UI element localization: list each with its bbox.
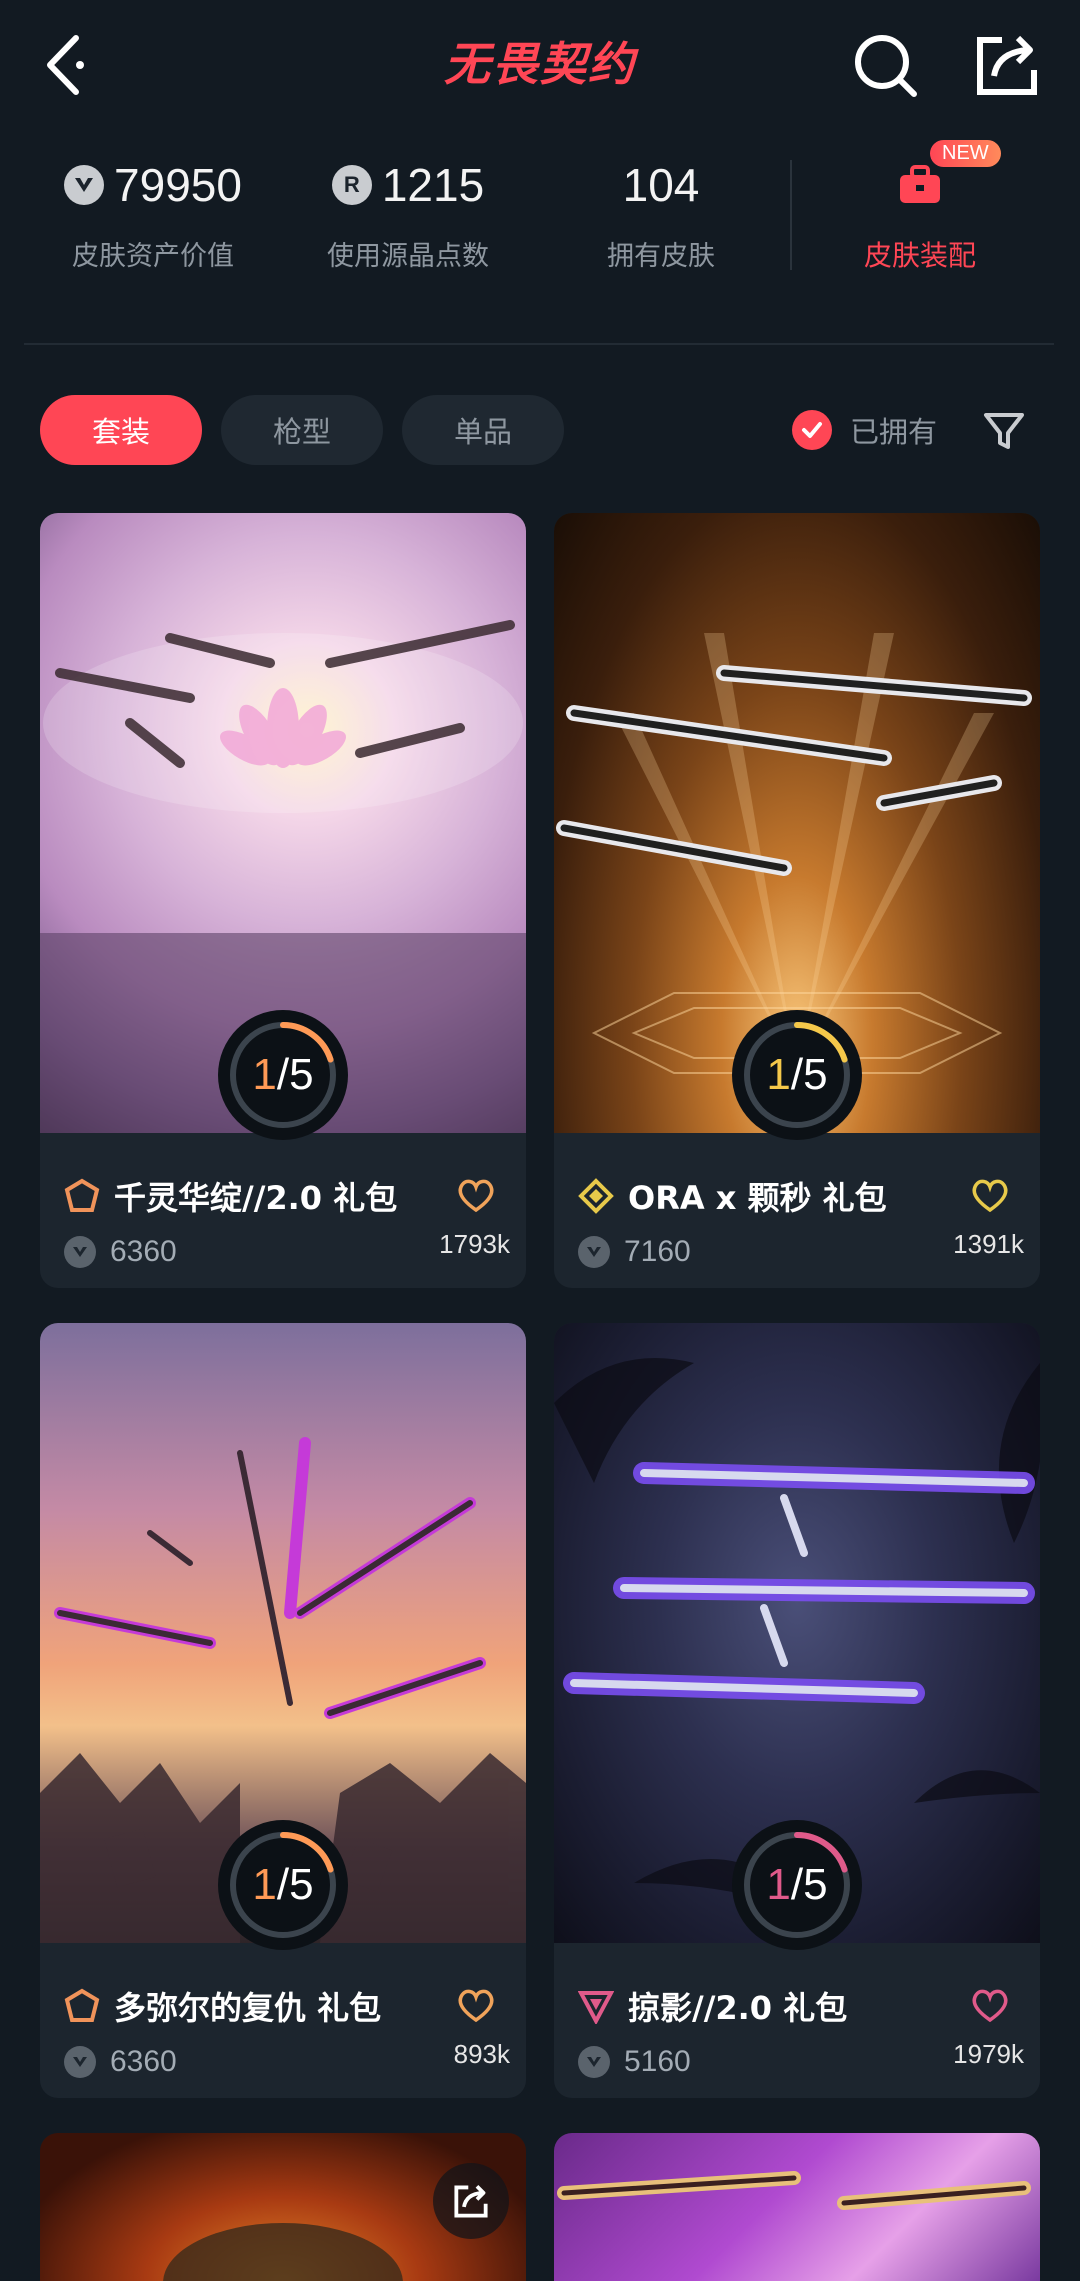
stat-value: 79950 xyxy=(114,159,242,211)
filter-bar: 套装 枪型 单品 已拥有 xyxy=(0,395,1080,465)
heart-icon[interactable] xyxy=(970,1987,1010,2023)
stat-label: 使用源晶点数 xyxy=(327,241,489,272)
filter-icon[interactable] xyxy=(982,409,1026,453)
bundle-title: ORA x 颗秒 礼包 xyxy=(578,1173,887,1219)
owned-toggle[interactable]: 已拥有 xyxy=(792,395,937,465)
bundle-card[interactable]: 1/5 ORA x 颗秒 礼包 7160 1391k xyxy=(554,513,1040,1288)
bundle-title-text: 多弥尔的复仇 礼包 xyxy=(114,1989,382,2027)
bundle-title: 掠影//2.0 礼包 xyxy=(578,1983,847,2029)
bundle-title-text: ORA x 颗秒 礼包 xyxy=(628,1179,887,1217)
likes-count: 1391k xyxy=(953,1229,1024,1259)
progress-text: 1/5 xyxy=(252,1050,314,1099)
stat-label: 皮肤资产价值 xyxy=(72,241,234,272)
bundle-price: 6360 xyxy=(64,1235,177,1269)
bundle-price: 7160 xyxy=(578,1235,691,1269)
collection-progress-ring: 1/5 xyxy=(218,1010,348,1140)
bundle-card[interactable]: 1/5 多弥尔的复仇 礼包 6360 893k xyxy=(40,1323,526,2098)
stat-label: 拥有皮肤 xyxy=(607,241,715,272)
share-icon[interactable] xyxy=(433,2163,509,2239)
bundle-card[interactable]: 1/5 掠影//2.0 礼包 5160 1979k xyxy=(554,1323,1040,2098)
valorant-points-icon xyxy=(64,1236,96,1268)
equip-label: 皮肤装配 xyxy=(863,239,976,272)
check-icon xyxy=(792,410,832,450)
tier-icon xyxy=(578,1178,614,1214)
stat-value: 104 xyxy=(622,159,700,211)
bundle-title-text: 掠影//2.0 礼包 xyxy=(628,1989,848,2027)
progress-current: 1 xyxy=(766,1050,791,1099)
progress-current: 1 xyxy=(252,1860,277,1909)
heart-icon[interactable] xyxy=(456,1987,496,2023)
valorant-points-icon xyxy=(578,2046,610,2078)
progress-total: 5 xyxy=(289,1050,314,1099)
bundle-card[interactable] xyxy=(554,2133,1040,2281)
share-icon[interactable] xyxy=(972,30,1042,100)
bundle-card[interactable]: 1/5 千灵华绽//2.0 礼包 6360 1793k xyxy=(40,513,526,1288)
skin-equip-button[interactable]: NEW 皮肤装配 xyxy=(820,140,1020,274)
bundle-title: 千灵华绽//2.0 礼包 xyxy=(64,1173,397,1219)
price-value: 6360 xyxy=(110,1235,177,1268)
new-badge: NEW xyxy=(930,140,1001,167)
heart-icon[interactable] xyxy=(970,1177,1010,1213)
tier-icon xyxy=(64,1178,100,1212)
progress-text: 1/5 xyxy=(766,1050,828,1099)
price-value: 6360 xyxy=(110,2045,177,2078)
bundle-price: 6360 xyxy=(64,2045,177,2079)
divider xyxy=(790,160,792,270)
valorant-points-icon xyxy=(578,1236,610,1268)
stats-bar: 79950 皮肤资产价值 R 1215 使用源晶点数 104 拥有皮肤 NEW … xyxy=(0,140,1080,300)
bundle-card[interactable] xyxy=(40,2133,526,2281)
likes-count: 1793k xyxy=(439,1229,510,1259)
owned-label: 已拥有 xyxy=(850,415,938,449)
tab-weapon-type[interactable]: 枪型 xyxy=(221,395,383,465)
tier-icon xyxy=(64,1988,100,2022)
tab-bundles[interactable]: 套装 xyxy=(40,395,202,465)
stat-value: 1215 xyxy=(381,159,485,211)
stat-owned-skins: 104 拥有皮肤 xyxy=(536,150,786,273)
likes-count: 1979k xyxy=(953,2039,1024,2069)
tier-icon xyxy=(578,1991,614,2024)
collection-progress-ring: 1/5 xyxy=(732,1010,862,1140)
briefcase-icon xyxy=(900,165,940,203)
bundle-title-text: 千灵华绽//2.0 礼包 xyxy=(114,1179,398,1217)
collection-progress-ring: 1/5 xyxy=(218,1820,348,1950)
price-value: 5160 xyxy=(624,2045,691,2078)
price-value: 7160 xyxy=(624,1235,691,1268)
progress-total: 5 xyxy=(803,1050,828,1099)
valorant-points-icon xyxy=(64,2046,96,2078)
collection-progress-ring: 1/5 xyxy=(732,1820,862,1950)
bundle-title: 多弥尔的复仇 礼包 xyxy=(64,1983,381,2029)
radianite-icon: R xyxy=(331,165,372,205)
progress-current: 1 xyxy=(252,1050,277,1099)
heart-icon[interactable] xyxy=(456,1177,496,1213)
progress-total: 5 xyxy=(289,1860,314,1909)
tab-single-item[interactable]: 单品 xyxy=(402,395,564,465)
likes-count: 893k xyxy=(453,2039,510,2069)
divider xyxy=(24,343,1054,345)
valorant-points-icon xyxy=(64,165,105,205)
stat-radianite: R 1215 使用源晶点数 xyxy=(283,150,533,273)
bundle-price: 5160 xyxy=(578,2045,691,2079)
stat-skin-value: 79950 皮肤资产价值 xyxy=(28,150,278,273)
progress-current: 1 xyxy=(766,1860,791,1909)
search-icon[interactable] xyxy=(850,30,920,100)
progress-text: 1/5 xyxy=(766,1860,828,1909)
progress-text: 1/5 xyxy=(252,1860,314,1909)
progress-total: 5 xyxy=(803,1860,828,1909)
app-header: 无畏契约 xyxy=(0,0,1080,130)
